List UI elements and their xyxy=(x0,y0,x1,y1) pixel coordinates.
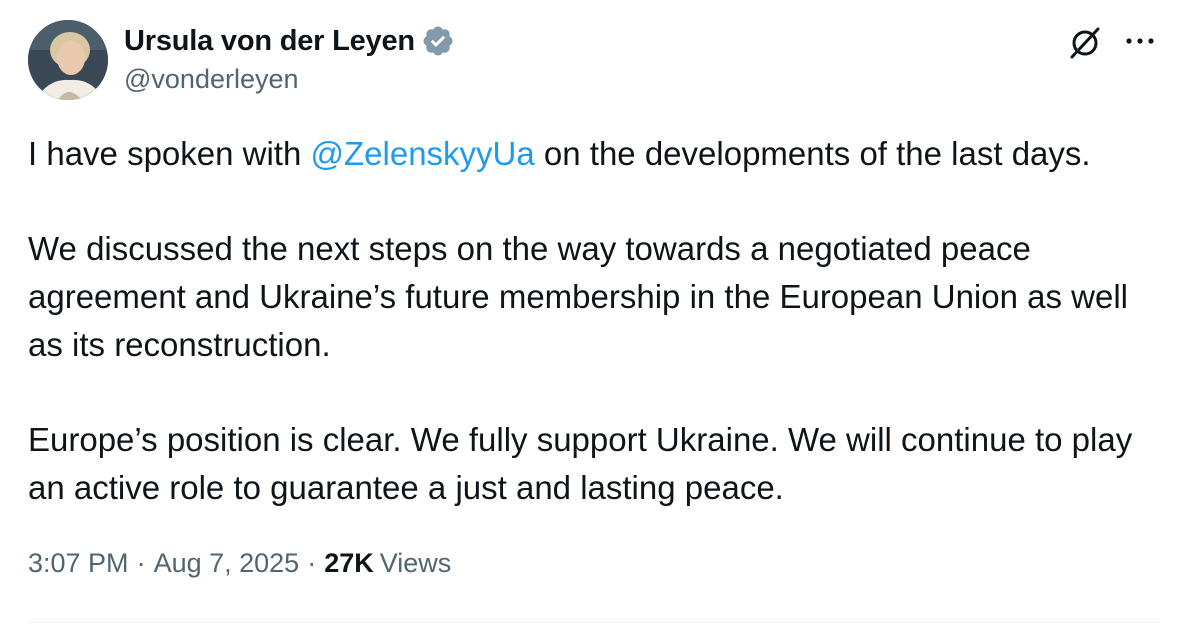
meta-separator: · xyxy=(307,548,317,578)
more-icon[interactable] xyxy=(1120,26,1160,56)
author-name-row: Ursula von der Leyen xyxy=(124,22,455,60)
tweet-text-segment: I have spoken with xyxy=(28,135,311,172)
tweet-time[interactable]: 3:07 PM xyxy=(28,548,129,579)
tweet-card: Ursula von der Leyen @vonderleyen I have… xyxy=(0,0,1198,640)
verified-badge-icon[interactable] xyxy=(421,24,455,58)
tweet-text-segment: on the developments of the last days. xyxy=(534,135,1091,172)
tweet-paragraph-3: Europe’s position is clear. We fully sup… xyxy=(28,421,1133,506)
author-display-name[interactable]: Ursula von der Leyen xyxy=(124,25,415,58)
author-handle[interactable]: @vonderleyen xyxy=(124,64,299,95)
grok-icon[interactable] xyxy=(1066,24,1104,62)
avatar-image xyxy=(28,20,108,100)
tweet-text: I have spoken with @ZelenskyyUa on the d… xyxy=(28,130,1168,512)
tweet-date[interactable]: Aug 7, 2025 xyxy=(154,548,300,579)
meta-separator: · xyxy=(136,548,146,578)
mention-link[interactable]: @ZelenskyyUa xyxy=(311,135,535,172)
divider xyxy=(28,622,1160,623)
tweet-meta: 3:07 PM · Aug 7, 2025 · 27K Views xyxy=(28,548,451,579)
views-count[interactable]: 27K xyxy=(324,548,374,579)
views-label: Views xyxy=(379,548,452,578)
avatar[interactable] xyxy=(28,20,108,100)
tweet-paragraph-2: We discussed the next steps on the way t… xyxy=(28,230,1129,363)
tweet-paragraph-1: I have spoken with @ZelenskyyUa on the d… xyxy=(28,130,1168,178)
